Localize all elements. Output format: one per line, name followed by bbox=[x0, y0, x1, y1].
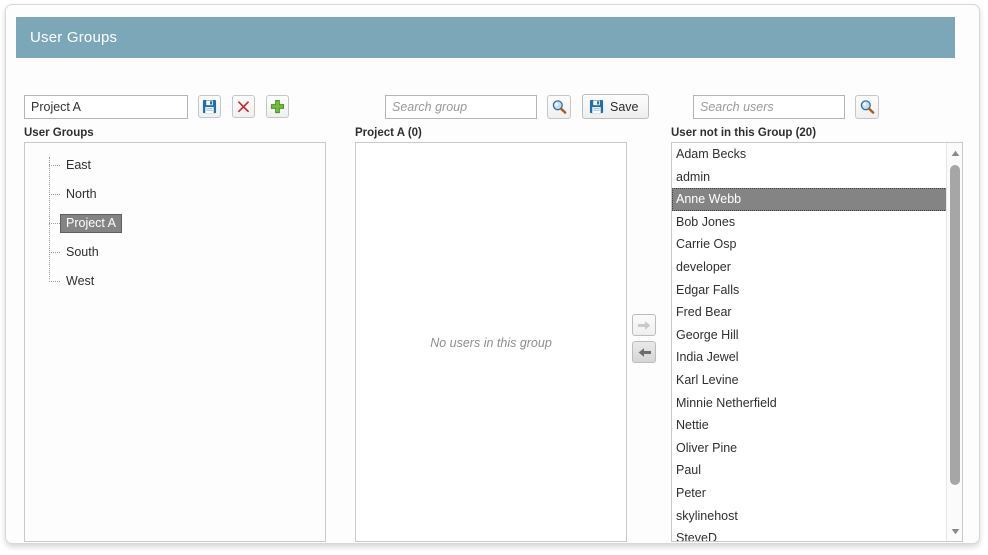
tree-branch-line bbox=[49, 281, 60, 282]
user-list-item[interactable]: Fred Bear bbox=[672, 301, 947, 324]
user-list-item[interactable]: George Hill bbox=[672, 324, 947, 347]
move-right-button[interactable] bbox=[632, 314, 656, 336]
magnifier-icon bbox=[552, 100, 567, 114]
tree-node-west[interactable]: West bbox=[25, 267, 325, 296]
available-users-panel: Adam Becks admin Anne Webb Bob Jones Carrie … bbox=[671, 142, 963, 542]
user-list-item[interactable]: Nettie bbox=[672, 414, 947, 437]
page-root: User Groups Project A Search group Save … bbox=[0, 0, 988, 555]
user-list-item[interactable]: Oliver Pine bbox=[672, 437, 947, 460]
search-group-button[interactable] bbox=[547, 95, 571, 119]
move-left-button[interactable] bbox=[632, 341, 656, 363]
empty-group-message: No users in this group bbox=[430, 336, 552, 350]
floppy-disk-icon bbox=[202, 99, 217, 114]
user-list-item[interactable]: Adam Becks bbox=[672, 143, 947, 166]
tree-node-label: North bbox=[66, 187, 97, 201]
search-group-input[interactable] bbox=[385, 95, 537, 119]
group-name-input[interactable] bbox=[24, 95, 188, 119]
search-users-input[interactable] bbox=[693, 95, 845, 119]
user-list-item[interactable]: Karl Levine bbox=[672, 369, 947, 392]
tree-node-label: East bbox=[66, 158, 92, 172]
tree-branch-line bbox=[49, 223, 60, 224]
delete-group-button[interactable] bbox=[232, 95, 255, 118]
tree-branch-line bbox=[49, 252, 60, 253]
red-x-icon bbox=[237, 101, 250, 113]
tree-node-project-a[interactable]: Project A bbox=[25, 209, 325, 238]
search-users-button[interactable] bbox=[855, 95, 879, 119]
user-list-item[interactable]: Minnie Netherfield bbox=[672, 392, 947, 415]
tree-node-label: Project A bbox=[60, 214, 123, 233]
user-list-item[interactable]: India Jewel bbox=[672, 346, 947, 369]
scroll-up-button[interactable] bbox=[947, 145, 962, 161]
user-list-item[interactable]: Anne Webb bbox=[672, 188, 947, 211]
user-groups-tree: East North Project A South West bbox=[25, 143, 325, 296]
tree-node-north[interactable]: North bbox=[25, 180, 325, 209]
user-list-item[interactable]: SteveD bbox=[672, 527, 947, 541]
tree-node-east[interactable]: East bbox=[25, 151, 325, 180]
tree-branch-line bbox=[49, 194, 60, 195]
green-plus-icon bbox=[270, 99, 285, 114]
magnifier-icon bbox=[860, 100, 875, 114]
users-not-in-group-label: User not in this Group (20) bbox=[671, 127, 817, 139]
save-button[interactable]: Save bbox=[582, 94, 649, 119]
user-list-item[interactable]: Paul bbox=[672, 459, 947, 482]
available-users-list[interactable]: Adam Becks admin Anne Webb Bob Jones Carrie … bbox=[672, 143, 947, 541]
save-button-label: Save bbox=[610, 99, 639, 114]
user-groups-card: User Groups Project A Search group Save … bbox=[5, 4, 980, 544]
page-title: User Groups bbox=[30, 29, 118, 46]
scroll-down-button[interactable] bbox=[947, 523, 962, 539]
user-list-item[interactable]: developer bbox=[672, 256, 947, 279]
user-list-item[interactable]: skylinehost bbox=[672, 505, 947, 528]
toolbar: Save bbox=[6, 91, 979, 123]
users-list-scrollbar[interactable] bbox=[946, 143, 962, 541]
user-list-item[interactable]: Bob Jones bbox=[672, 211, 947, 234]
user-groups-label: User Groups bbox=[24, 127, 94, 139]
user-groups-tree-panel: East North Project A South West bbox=[24, 142, 326, 542]
user-list-item[interactable]: Carrie Osp bbox=[672, 233, 947, 256]
arrow-right-icon bbox=[637, 320, 650, 330]
user-list-item[interactable]: admin bbox=[672, 166, 947, 189]
tree-branch-line bbox=[49, 165, 60, 166]
scrollbar-thumb[interactable] bbox=[950, 165, 960, 485]
tree-node-label: South bbox=[66, 245, 99, 259]
triangle-up-icon bbox=[951, 150, 959, 156]
window-header: User Groups bbox=[16, 17, 955, 58]
floppy-disk-icon bbox=[589, 99, 604, 114]
add-group-button[interactable] bbox=[266, 95, 289, 118]
tree-node-south[interactable]: South bbox=[25, 238, 325, 267]
save-group-button[interactable] bbox=[198, 95, 221, 118]
user-list-item[interactable]: Edgar Falls bbox=[672, 279, 947, 302]
group-members-panel[interactable]: No users in this group bbox=[355, 142, 627, 542]
user-list-item[interactable]: Peter bbox=[672, 482, 947, 505]
arrow-left-icon bbox=[638, 347, 651, 357]
triangle-down-icon bbox=[951, 528, 959, 534]
tree-node-label: West bbox=[66, 274, 95, 288]
group-members-label: Project A (0) bbox=[355, 127, 422, 139]
